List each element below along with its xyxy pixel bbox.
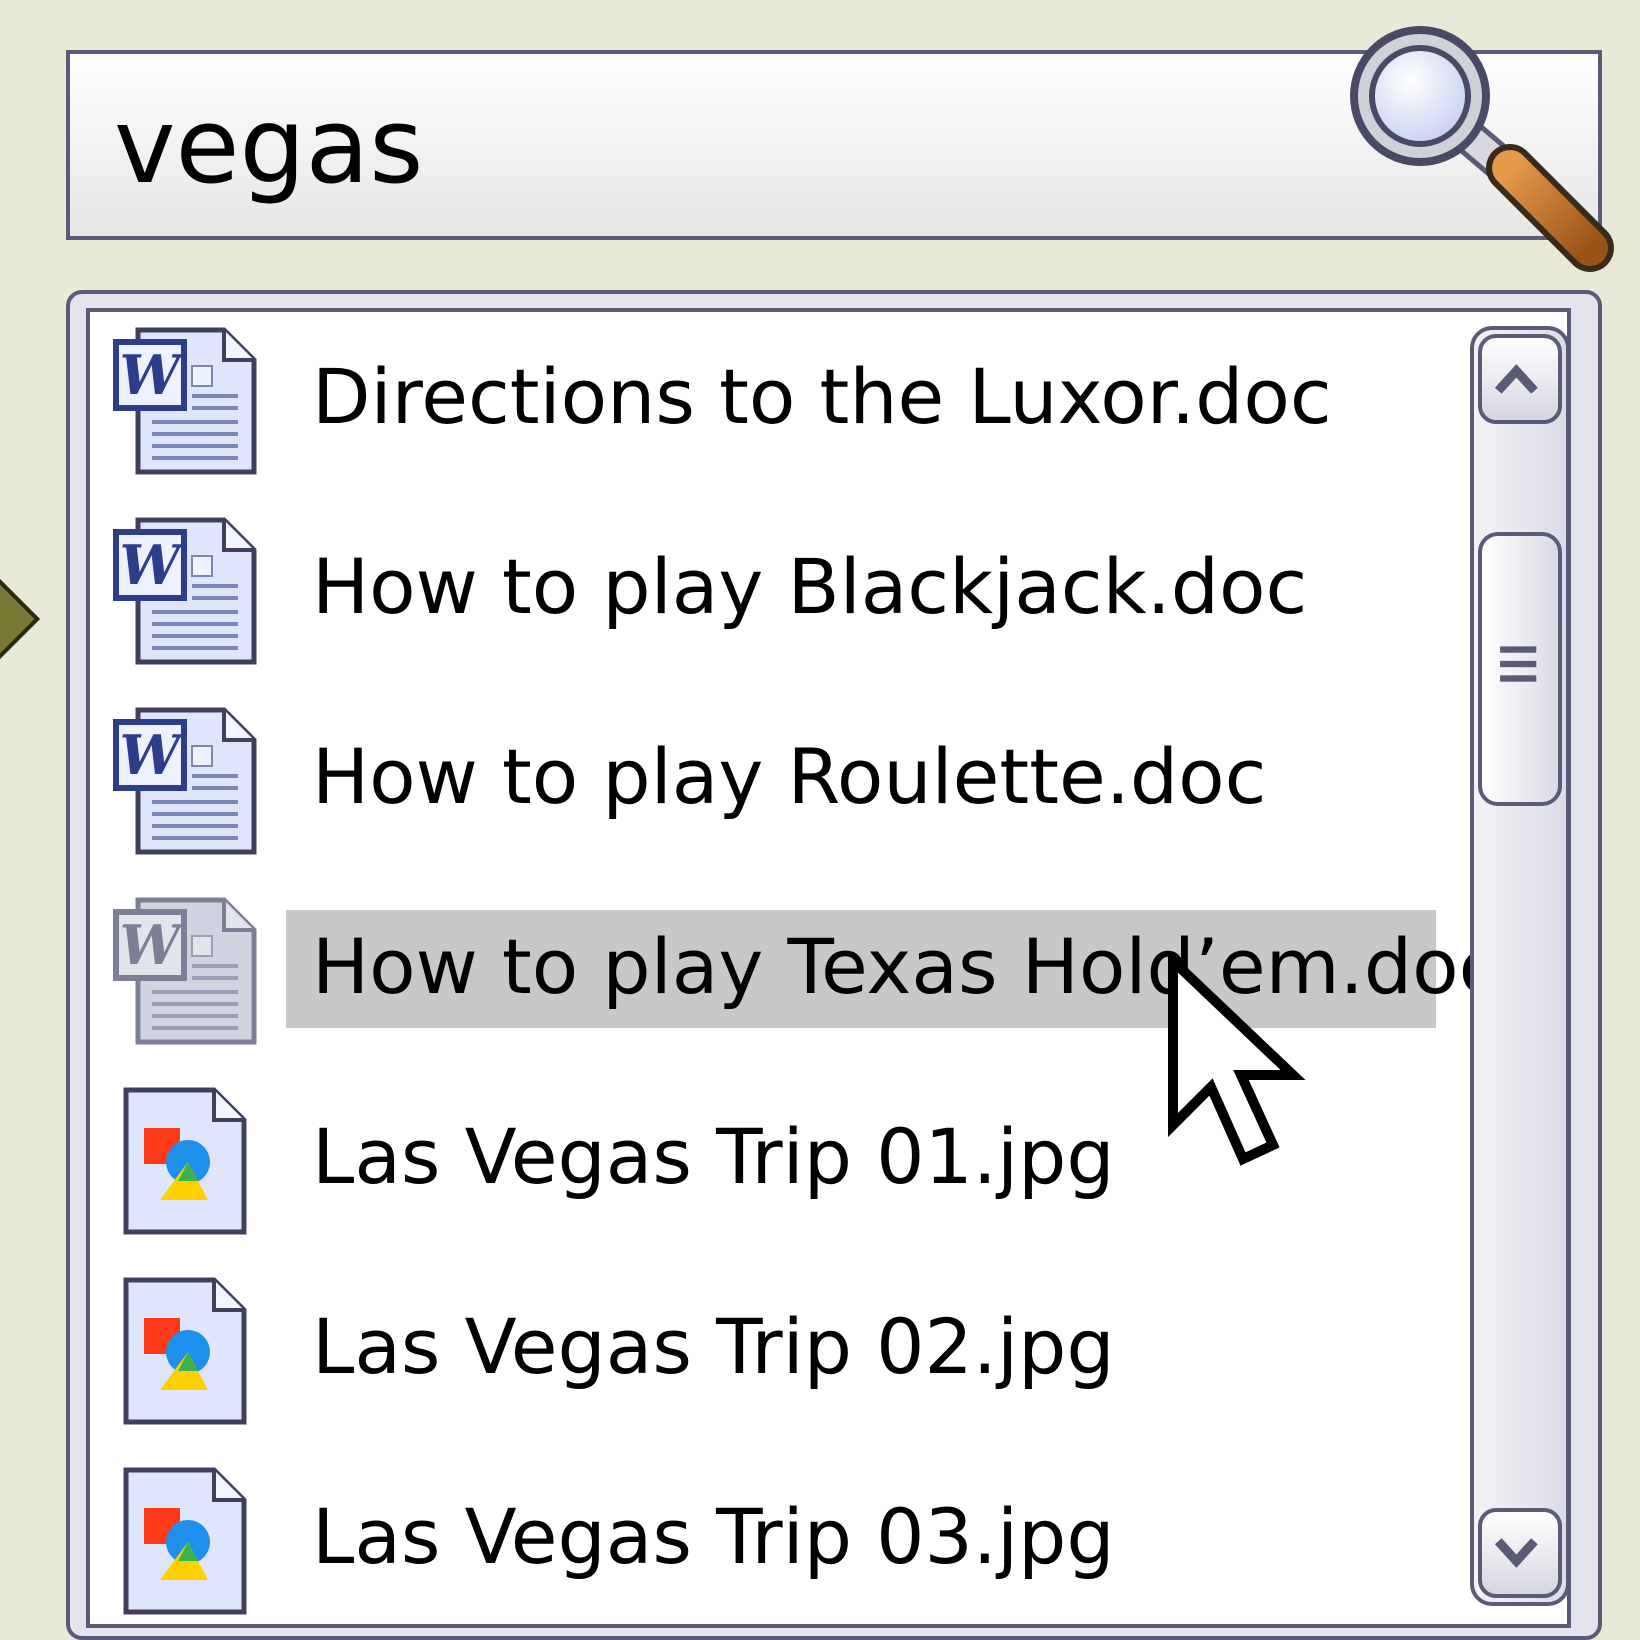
file-name: How to play Texas Hold’em.doc — [312, 922, 1501, 1011]
word-doc-icon: W — [113, 327, 257, 475]
collapsed-arrow-icon — [0, 577, 41, 661]
grip-lines-icon — [1500, 646, 1537, 682]
list-item[interactable]: W How to play Roulette.doc — [90, 692, 1480, 882]
list-item[interactable]: W How to play Blackjack.doc — [90, 502, 1480, 692]
file-name: Directions to the Luxor.doc — [312, 352, 1332, 441]
svg-text:W: W — [120, 343, 186, 407]
vertical-scrollbar[interactable] — [1470, 326, 1570, 1606]
word-doc-icon: W — [113, 897, 257, 1045]
file-name: How to play Blackjack.doc — [312, 542, 1308, 631]
scroll-up-button[interactable] — [1478, 334, 1562, 424]
file-name: Las Vegas Trip 01.jpg — [312, 1112, 1115, 1201]
file-name: Las Vegas Trip 02.jpg — [312, 1302, 1115, 1391]
word-doc-icon: W — [113, 517, 257, 665]
image-file-icon — [123, 1467, 247, 1615]
svg-text:W: W — [120, 533, 186, 597]
image-file-icon — [123, 1087, 247, 1235]
list-item[interactable]: W Directions to the Luxor.doc — [90, 312, 1480, 502]
scroll-down-button[interactable] — [1478, 1508, 1562, 1598]
word-doc-icon: W — [113, 707, 257, 855]
list-item[interactable]: Las Vegas Trip 02.jpg — [90, 1262, 1480, 1452]
results-list[interactable]: W Directions to the Luxor.doc W How to p… — [86, 308, 1571, 1628]
image-file-icon — [123, 1277, 247, 1425]
mouse-pointer-icon — [1168, 955, 1306, 1166]
svg-text:W: W — [120, 723, 186, 787]
chevron-down-icon — [1494, 1538, 1538, 1568]
chevron-up-icon — [1494, 364, 1538, 394]
svg-text:W: W — [120, 913, 186, 977]
search-input[interactable] — [114, 76, 1344, 216]
file-name: How to play Roulette.doc — [312, 732, 1267, 821]
scroll-thumb[interactable] — [1478, 532, 1562, 806]
magnifier-icon[interactable] — [1350, 18, 1630, 278]
file-name: Las Vegas Trip 03.jpg — [312, 1492, 1115, 1581]
list-item[interactable]: Las Vegas Trip 03.jpg — [90, 1452, 1480, 1624]
